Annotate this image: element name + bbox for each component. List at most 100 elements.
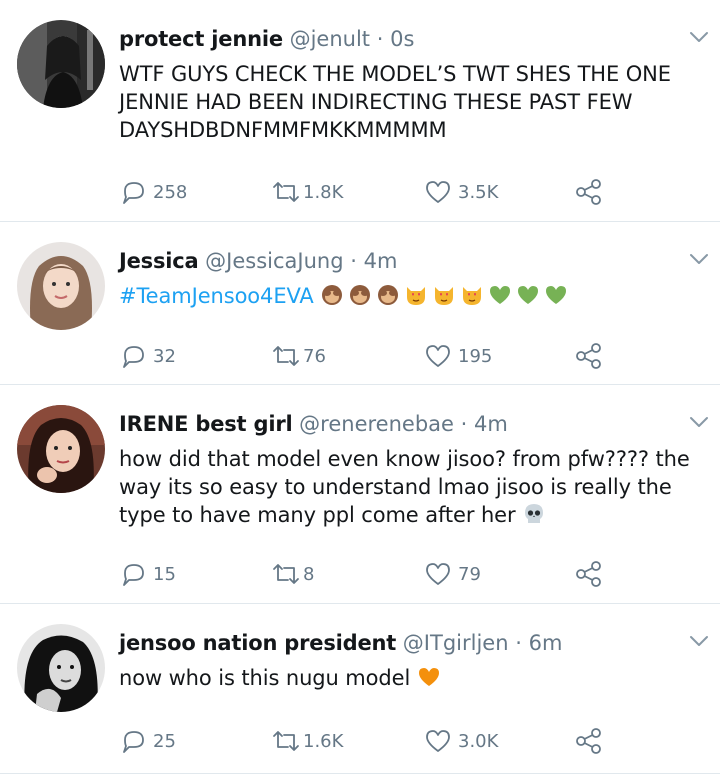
display-name[interactable]: IRENE best girl [119, 412, 293, 436]
like-count: 3.0K [458, 730, 499, 752]
chevron-down-icon[interactable] [686, 409, 712, 435]
tweet-header: protect jennie @jenult · 0s [119, 24, 700, 54]
share-button[interactable] [574, 724, 604, 758]
share-icon [576, 179, 601, 205]
avatar[interactable] [17, 20, 105, 108]
avatar[interactable] [17, 242, 105, 330]
reply-icon [123, 731, 144, 753]
retweet-icon [273, 564, 299, 584]
share-button[interactable] [574, 175, 604, 209]
reply-count: 258 [153, 181, 188, 203]
username[interactable]: @ITgirljen [403, 631, 509, 655]
green-heart-icon [546, 286, 567, 304]
tweet[interactable]: Jessica @JessicaJung · 4m #TeamJensoo4EV… [0, 222, 720, 385]
tweet-header: jensoo nation president @ITgirljen · 6m [119, 628, 700, 658]
like-button[interactable]: 3.5K [424, 175, 498, 209]
share-button[interactable] [574, 339, 604, 373]
retweet-button[interactable]: 1.6K [271, 724, 343, 758]
reply-icon [123, 346, 144, 368]
tweet-content: Jessica @JessicaJung · 4m #TeamJensoo4EV… [119, 246, 700, 310]
retweet-count: 76 [303, 345, 326, 367]
retweet-icon [273, 346, 299, 366]
heart-icon [426, 563, 450, 585]
tweet-text-body: now who is this nugu model [119, 666, 411, 690]
timestamp[interactable]: 4m [364, 249, 398, 273]
avatar[interactable] [17, 405, 105, 493]
like-count: 195 [458, 345, 493, 367]
tweet-actions: 32 76 195 [119, 339, 619, 373]
skull-icon [525, 504, 544, 523]
tweet-content: IRENE best girl @renerenebae · 4m how di… [119, 409, 700, 529]
reply-button[interactable]: 25 [119, 724, 176, 758]
timestamp[interactable]: 4m [474, 412, 508, 436]
username[interactable]: @jenult [290, 27, 370, 51]
share-icon [576, 728, 601, 754]
separator-dot: · [460, 412, 468, 436]
like-button[interactable]: 195 [424, 339, 492, 373]
tweet[interactable]: IRENE best girl @renerenebae · 4m how di… [0, 385, 720, 604]
separator-dot: · [350, 249, 357, 273]
reply-button[interactable]: 258 [119, 175, 187, 209]
chevron-down-icon[interactable] [686, 246, 712, 272]
separator-dot: · [515, 631, 522, 655]
see-no-evil-monkey-icon [350, 285, 371, 305]
retweet-button[interactable]: 76 [271, 339, 326, 373]
chevron-down-icon[interactable] [686, 24, 712, 50]
green-heart-icon [518, 286, 539, 304]
retweet-button[interactable]: 1.8K [271, 175, 343, 209]
chevron-down-icon[interactable] [686, 628, 712, 654]
tweet-text: how did that model even know jisoo? from… [119, 445, 700, 529]
retweet-count: 1.8K [303, 181, 344, 203]
reply-count: 32 [153, 345, 176, 367]
see-no-evil-monkey-icon [378, 285, 399, 305]
reply-button[interactable]: 15 [119, 557, 176, 591]
share-icon [576, 343, 601, 369]
retweet-count: 8 [303, 563, 315, 585]
display-name[interactable]: protect jennie [119, 27, 283, 51]
tweet[interactable]: jensoo nation president @ITgirljen · 6m … [0, 604, 720, 774]
orange-heart-icon [418, 668, 439, 686]
retweet-count: 1.6K [303, 730, 344, 752]
tweet[interactable]: protect jennie @jenult · 0s WTF GUYS CHE… [0, 0, 720, 222]
like-button[interactable]: 3.0K [424, 724, 498, 758]
reply-icon [123, 182, 144, 204]
reply-count: 25 [153, 730, 176, 752]
tweet-text: WTF GUYS CHECK THE MODEL’S TWT SHES THE … [119, 62, 671, 142]
username[interactable]: @JessicaJung [205, 249, 343, 273]
tweet-content: protect jennie @jenult · 0s WTF GUYS CHE… [119, 24, 700, 144]
tweet-header: Jessica @JessicaJung · 4m [119, 246, 700, 276]
tweet-actions: 15 8 79 [119, 557, 619, 591]
timestamp[interactable]: 6m [529, 631, 563, 655]
avatar[interactable] [17, 624, 105, 712]
like-count: 3.5K [458, 181, 499, 203]
heart-icon [426, 730, 450, 752]
separator-dot: · [376, 27, 384, 51]
like-count: 79 [458, 563, 481, 585]
heart-icon [426, 181, 450, 203]
retweet-icon [273, 182, 299, 202]
tweet-actions: 25 1.6K 3.0K [119, 724, 619, 758]
tweet-text-body: how did that model even know jisoo? from… [119, 447, 690, 527]
retweet-button[interactable]: 8 [271, 557, 314, 591]
tweet-text: now who is this nugu model [119, 664, 700, 692]
retweet-icon [273, 731, 299, 751]
heart-icon [426, 345, 450, 367]
reply-button[interactable]: 32 [119, 339, 176, 373]
display-name[interactable]: jensoo nation president [119, 631, 396, 655]
display-name[interactable]: Jessica [119, 249, 199, 273]
tweet-actions: 258 1.8K 3.5K [119, 175, 619, 209]
timestamp[interactable]: 0s [390, 27, 414, 51]
tweet-header: IRENE best girl @renerenebae · 4m [119, 409, 700, 439]
reply-count: 15 [153, 563, 176, 585]
username[interactable]: @renerenebae [299, 412, 454, 436]
heart-eyes-cat-icon [407, 287, 426, 305]
share-button[interactable] [574, 557, 604, 591]
like-button[interactable]: 79 [424, 557, 481, 591]
hashtag-link[interactable]: #TeamJensoo4EVA [119, 284, 314, 308]
share-icon [576, 561, 601, 587]
reply-icon [123, 564, 144, 586]
heart-eyes-cat-icon [463, 287, 482, 305]
tweet-content: jensoo nation president @ITgirljen · 6m … [119, 628, 700, 692]
heart-eyes-cat-icon [435, 287, 454, 305]
tweet-text: #TeamJensoo4EVA [119, 282, 700, 310]
